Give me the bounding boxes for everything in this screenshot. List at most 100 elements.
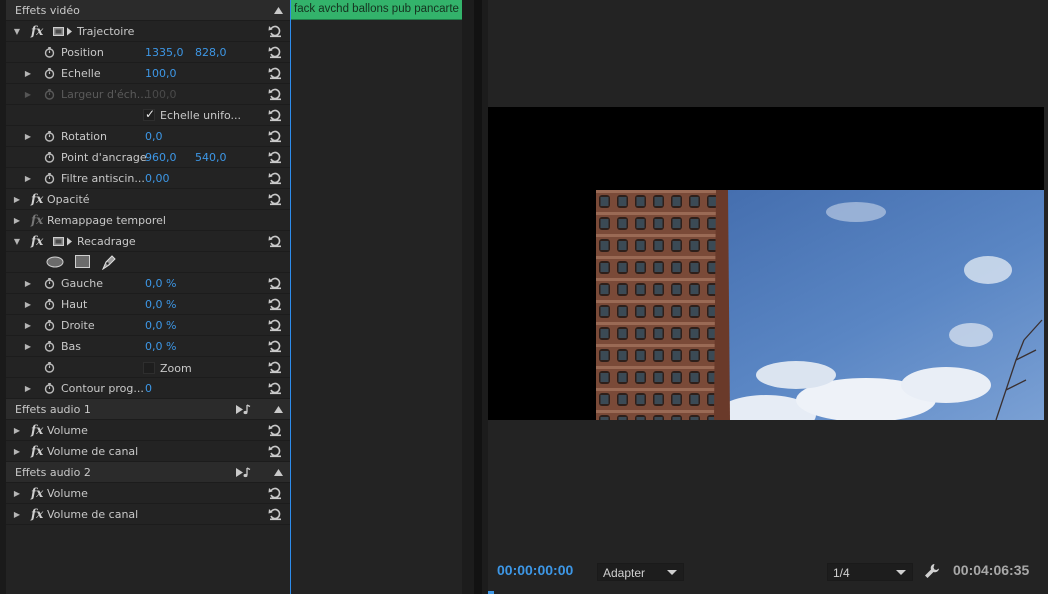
reset-icon[interactable] [268,444,282,458]
collapse-arrow-icon[interactable] [274,469,283,476]
haut-value[interactable]: 0,0 % [145,298,176,311]
uniform-scale-checkbox[interactable]: ✓ [143,107,155,121]
stopwatch-icon[interactable] [44,173,55,184]
reset-icon[interactable] [268,423,282,437]
expand-arrow-icon[interactable]: ▶ [12,441,22,462]
fx-icon[interactable]: fx [31,24,43,38]
expand-arrow-icon[interactable]: ▶ [12,420,22,441]
stopwatch-icon[interactable] [44,299,55,310]
reset-icon[interactable] [268,339,282,353]
effect-remappage[interactable]: ▶ fx Remappage temporel [6,210,290,231]
reset-icon[interactable] [268,507,282,521]
reset-icon[interactable] [268,360,282,374]
expand-arrow-icon[interactable]: ▼ [12,21,22,42]
playhead-line[interactable] [290,0,291,594]
effect-audio2-canal[interactable]: ▶ fx Volume de canal [6,504,290,525]
expand-arrow-icon[interactable]: ▶ [12,504,22,525]
zoom-checkbox[interactable] [143,362,155,374]
effect-trajectoire[interactable]: ▼ fx Trajectoire [6,21,290,42]
reset-icon[interactable] [268,318,282,332]
fx-icon[interactable]: fx [31,507,43,521]
reset-icon[interactable] [268,381,282,395]
expand-arrow-icon[interactable]: ▶ [12,210,22,231]
effect-audio1-canal[interactable]: ▶ fx Volume de canal [6,441,290,462]
expand-arrow-icon[interactable]: ▶ [23,336,33,357]
expand-arrow-icon[interactable]: ▶ [23,63,33,84]
reset-icon[interactable] [268,276,282,290]
expand-arrow-icon[interactable]: ▼ [12,231,22,252]
bas-value[interactable]: 0,0 % [145,340,176,353]
fx-icon[interactable]: fx [31,234,43,248]
collapse-arrow-icon[interactable] [274,406,283,413]
fx-icon[interactable]: fx [31,423,43,437]
video-effects-title: Effets vidéo [15,4,80,17]
fx-icon[interactable]: fx [31,192,43,206]
stopwatch-icon[interactable] [44,47,55,58]
scrollbar[interactable] [474,0,482,594]
expand-arrow-icon[interactable]: ▶ [23,315,33,336]
stopwatch-icon[interactable] [44,152,55,163]
fx-icon[interactable]: fx [31,444,43,458]
audio2-effects-header[interactable]: Effets audio 2 [6,462,290,483]
panel-divider[interactable] [462,0,488,594]
effect-recadrage[interactable]: ▼ fx Recadrage [6,231,290,252]
stopwatch-icon[interactable] [44,341,55,352]
effect-audio2-volume[interactable]: ▶ fx Volume [6,483,290,504]
reset-icon[interactable] [268,150,282,164]
stopwatch-icon[interactable] [44,68,55,79]
reset-icon[interactable] [268,192,282,206]
video-effects-header[interactable]: Effets vidéo [6,0,290,21]
anchor-y-value[interactable]: 540,0 [195,151,227,164]
reset-icon[interactable] [268,486,282,500]
filtre-value[interactable]: 0,00 [145,172,170,185]
effect-controls-timeline[interactable] [290,0,462,594]
expand-arrow-icon[interactable]: ▶ [23,273,33,294]
anchor-x-value[interactable]: 960,0 [145,151,177,164]
gauche-value[interactable]: 0,0 % [145,277,176,290]
ellipse-mask-icon[interactable] [46,256,64,268]
audio-icon[interactable] [236,467,252,478]
expand-arrow-icon[interactable]: ▶ [12,189,22,210]
video-frame[interactable] [488,107,1044,420]
position-y-value[interactable]: 828,0 [195,46,227,59]
wrench-icon[interactable] [924,563,940,579]
effect-audio1-volume[interactable]: ▶ fx Volume [6,420,290,441]
reset-icon[interactable] [268,171,282,185]
stopwatch-icon[interactable] [44,320,55,331]
collapse-arrow-icon[interactable] [274,7,283,14]
effect-opacite[interactable]: ▶ fx Opacité [6,189,290,210]
resolution-dropdown[interactable]: 1/4 [827,563,913,581]
pen-mask-icon[interactable] [101,254,117,270]
stopwatch-icon[interactable] [44,383,55,394]
reset-icon[interactable] [268,24,282,38]
stopwatch-icon[interactable] [44,362,55,373]
reset-icon[interactable] [268,234,282,248]
rectangle-mask-icon[interactable] [75,255,90,268]
audio1-effects-header[interactable]: Effets audio 1 [6,399,290,420]
reset-icon[interactable] [268,66,282,80]
rotation-value[interactable]: 0,0 [145,130,163,143]
stopwatch-icon[interactable] [44,131,55,142]
reset-icon[interactable] [268,45,282,59]
droite-value[interactable]: 0,0 % [145,319,176,332]
expand-arrow-icon[interactable]: ▶ [23,126,33,147]
reset-icon[interactable] [268,108,282,122]
contour-value[interactable]: 0 [145,382,152,395]
current-timecode[interactable]: 00:00:00:00 [497,562,573,578]
fx-icon[interactable]: fx [31,486,43,500]
expand-arrow-icon[interactable]: ▶ [23,294,33,315]
motion-icon[interactable] [53,236,75,247]
timeline-clip[interactable]: fack avchd ballons pub pancarte [291,0,462,20]
stopwatch-icon[interactable] [44,278,55,289]
expand-arrow-icon[interactable]: ▶ [23,378,33,399]
fit-dropdown[interactable]: Adapter [597,563,684,581]
expand-arrow-icon[interactable]: ▶ [23,168,33,189]
reset-icon[interactable] [268,87,282,101]
reset-icon[interactable] [268,297,282,311]
audio-icon[interactable] [236,404,252,415]
position-x-value[interactable]: 1335,0 [145,46,184,59]
motion-icon[interactable] [53,26,75,37]
expand-arrow-icon[interactable]: ▶ [12,483,22,504]
echelle-value[interactable]: 100,0 [145,67,177,80]
reset-icon[interactable] [268,129,282,143]
